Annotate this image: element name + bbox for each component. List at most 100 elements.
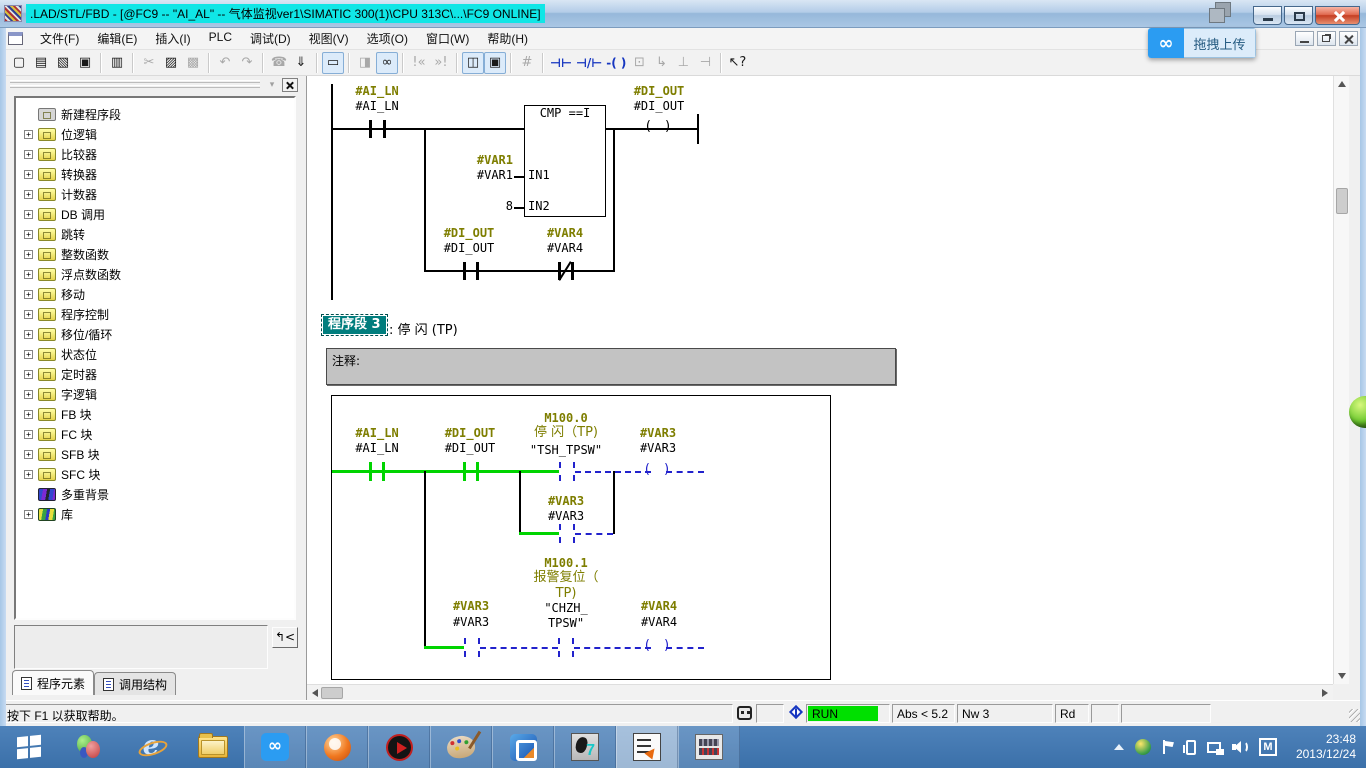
expander-icon[interactable]: + [24, 170, 33, 179]
split-window-icon[interactable]: ◫ [462, 52, 484, 74]
tp2-contact[interactable] [558, 638, 560, 657]
vertical-scroll-thumb[interactable] [1336, 188, 1348, 214]
no-contact-icon[interactable]: ⊣⊢ [548, 52, 574, 74]
sidebar-item-new-network[interactable]: 新建程序段 [16, 104, 294, 124]
empty-box-icon[interactable]: ⊡ [628, 52, 650, 74]
taskbar-internet-explorer[interactable]: e [120, 726, 182, 768]
expander-icon[interactable]: + [24, 250, 33, 259]
expander-icon[interactable]: + [24, 230, 33, 239]
sidebar-grip2[interactable] [10, 85, 260, 88]
sidebar-item-timer[interactable]: +定时器 [16, 364, 294, 384]
sidebar-item-fb-blocks[interactable]: +FB 块 [16, 404, 294, 424]
taskbar-colorful-app[interactable] [58, 726, 120, 768]
net3-contact-ai-ln[interactable] [369, 462, 372, 481]
taskbar-vmware[interactable] [492, 726, 554, 768]
expander-icon[interactable]: + [24, 390, 33, 399]
copy-icon[interactable]: ▨ [160, 52, 182, 74]
taskbar-lad-editor[interactable] [616, 726, 678, 768]
menu-plc[interactable]: PLC [200, 27, 241, 50]
volume-icon[interactable] [1232, 740, 1248, 754]
taskbar-file-explorer[interactable] [182, 726, 244, 768]
float-windows-icon[interactable] [1207, 2, 1233, 22]
menu-edit[interactable]: 编辑(E) [88, 27, 146, 50]
taskbar-potplayer[interactable] [368, 726, 430, 768]
net2-contact-ai-ln[interactable] [369, 120, 372, 138]
vertical-scrollbar[interactable] [1333, 76, 1349, 684]
expander-icon[interactable]: + [24, 450, 33, 459]
baidu-upload-overlay[interactable]: ∞ 拖拽上传 [1148, 28, 1256, 58]
sidebar-item-status-bits[interactable]: +状态位 [16, 344, 294, 364]
net2-coil[interactable]: ( ) [644, 120, 673, 134]
child-window-icon[interactable] [8, 32, 23, 45]
sidebar-item-integer-fn[interactable]: +整数函数 [16, 244, 294, 264]
download-icon[interactable]: ⇓ [290, 52, 312, 74]
var3-lower-contact[interactable] [464, 638, 466, 657]
horizontal-scrollbar[interactable] [307, 684, 1333, 700]
scroll-right-icon[interactable] [1322, 689, 1328, 697]
scroll-left-icon[interactable] [312, 689, 318, 697]
next-error-icon[interactable]: »! [430, 52, 452, 74]
sidebar-item-counter[interactable]: +计数器 [16, 184, 294, 204]
expander-icon[interactable]: + [24, 130, 33, 139]
taskbar-browser-orange[interactable] [306, 726, 368, 768]
undo-icon[interactable]: ↶ [214, 52, 236, 74]
sidebar-item-shift-rotate[interactable]: +移位/循环 [16, 324, 294, 344]
net2-branch-contact2-bar[interactable] [571, 262, 574, 280]
menu-window[interactable]: 窗口(W) [417, 27, 478, 50]
mdi-minimize-button[interactable] [1295, 31, 1314, 46]
expander-icon[interactable]: + [24, 270, 33, 279]
in1-operand[interactable]: #VAR1 [477, 169, 513, 182]
mdi-restore-button[interactable] [1317, 31, 1336, 46]
sidebar-item-multi-instance[interactable]: 多重背景 [16, 484, 294, 504]
sidebar-item-converter[interactable]: +转换器 [16, 164, 294, 184]
security-icon[interactable] [1135, 739, 1151, 755]
sidebar-dropdown-icon[interactable]: ▾ [264, 78, 280, 92]
expander-icon[interactable]: + [24, 190, 33, 199]
menu-options[interactable]: 选项(O) [358, 27, 417, 50]
sidebar-item-fc-blocks[interactable]: +FC 块 [16, 424, 294, 444]
drag-upload-label[interactable]: 拖拽上传 [1184, 28, 1256, 58]
sidebar-item-bit-logic[interactable]: +位逻辑 [16, 124, 294, 144]
var3-parallel-contact[interactable] [559, 524, 561, 543]
menu-insert[interactable]: 插入(I) [146, 27, 199, 50]
expander-icon[interactable]: + [24, 150, 33, 159]
symbol-select-icon[interactable]: ◨ [354, 52, 376, 74]
horizontal-scroll-thumb[interactable] [321, 687, 343, 699]
scroll-up-icon[interactable] [1338, 81, 1346, 87]
network-icon[interactable] [1207, 742, 1221, 753]
flag-icon[interactable] [1162, 740, 1175, 754]
menu-file[interactable]: 文件(F) [31, 27, 88, 50]
tab-call-structure[interactable]: 调用结构 [94, 672, 176, 695]
mdi-close-button[interactable] [1339, 31, 1358, 46]
expander-icon[interactable]: + [24, 290, 33, 299]
rail-icon[interactable]: ⊣ [694, 52, 716, 74]
taskbar-clock[interactable]: 23:48 2013/12/24 [1296, 732, 1356, 762]
expander-icon[interactable]: + [24, 470, 33, 479]
net2-branch-contact1-bar[interactable] [476, 262, 479, 280]
taskbar-baidu-cloud[interactable]: ∞ [244, 726, 306, 768]
redo-icon[interactable]: ↷ [236, 52, 258, 74]
collapse-button[interactable]: ↰< [272, 627, 298, 648]
start-button[interactable] [0, 726, 58, 768]
expander-icon[interactable]: + [24, 330, 33, 339]
close-branch-icon[interactable]: ⊥ [672, 52, 694, 74]
symbol-info-icon[interactable]: ▭ [322, 52, 344, 74]
new-network-icon[interactable]: # [516, 52, 538, 74]
sidebar-item-comparator[interactable]: +比较器 [16, 144, 294, 164]
ime-m-icon[interactable]: M [1259, 738, 1277, 756]
cut-icon[interactable]: ✂ [138, 52, 160, 74]
expander-icon[interactable]: + [24, 310, 33, 319]
sidebar-item-sfb-blocks[interactable]: +SFB 块 [16, 444, 294, 464]
menu-debug[interactable]: 调试(D) [241, 27, 300, 50]
net3-contact-ai-ln-bar[interactable] [382, 462, 385, 481]
network3-comment-box[interactable]: 注释: [326, 348, 896, 385]
save-icon[interactable]: ▣ [74, 52, 96, 74]
taskbar-paint-tool[interactable] [430, 726, 492, 768]
help-select-icon[interactable]: ↖? [726, 52, 748, 74]
sidebar-close-icon[interactable] [282, 78, 298, 92]
sidebar-item-program-control[interactable]: +程序控制 [16, 304, 294, 324]
prev-error-icon[interactable]: !« [408, 52, 430, 74]
assistant-ball-icon[interactable] [1349, 396, 1366, 428]
sidebar-item-sfc-blocks[interactable]: +SFC 块 [16, 464, 294, 484]
expander-icon[interactable]: + [24, 510, 33, 519]
